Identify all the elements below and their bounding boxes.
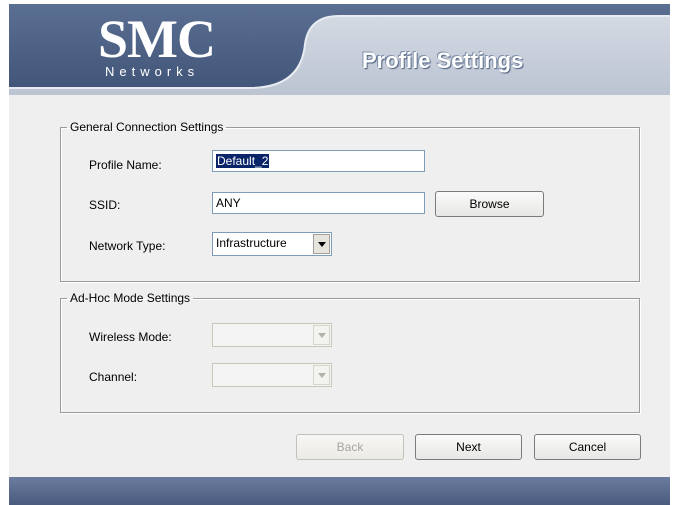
smc-logo: SMC	[98, 9, 216, 69]
page-title: Profile Settings	[362, 48, 524, 73]
ssid-input[interactable]: ANY	[212, 192, 425, 214]
profile-settings-window: SMC Networks Profile Settings General Co…	[0, 0, 678, 505]
footer-bar	[9, 477, 670, 505]
chevron-down-icon	[317, 241, 326, 247]
header-banner: SMC Networks Profile Settings	[9, 4, 670, 95]
channel-select[interactable]	[212, 363, 332, 387]
network-type-value: Infrastructure	[216, 236, 287, 250]
profile-name-value: Default_2	[216, 154, 270, 168]
channel-label: Channel:	[89, 370, 138, 384]
wireless-mode-dropdown-button[interactable]	[313, 325, 330, 345]
chevron-down-icon	[317, 372, 326, 378]
ssid-label: SSID:	[89, 198, 121, 212]
profile-name-label: Profile Name:	[89, 158, 162, 172]
browse-button[interactable]: Browse	[435, 191, 544, 217]
networks-logo-text: Networks	[105, 64, 200, 79]
network-type-dropdown-button[interactable]	[313, 234, 330, 254]
wireless-mode-label: Wireless Mode:	[89, 330, 172, 344]
adhoc-mode-settings-legend: Ad-Hoc Mode Settings	[70, 291, 191, 305]
channel-dropdown-button[interactable]	[313, 365, 330, 385]
back-button[interactable]: Back	[296, 434, 404, 460]
network-type-label: Network Type:	[89, 239, 166, 253]
next-button[interactable]: Next	[415, 434, 522, 460]
chevron-down-icon	[317, 332, 326, 338]
dialog-content: General Connection Settings Profile Name…	[9, 95, 670, 477]
adhoc-mode-settings-group: Ad-Hoc Mode Settings	[60, 291, 640, 413]
wireless-mode-select[interactable]	[212, 323, 332, 347]
cancel-button[interactable]: Cancel	[534, 434, 641, 460]
network-type-select[interactable]: Infrastructure	[212, 232, 332, 256]
profile-name-input[interactable]: Default_2	[212, 150, 425, 172]
general-connection-settings-legend: General Connection Settings	[70, 120, 224, 134]
